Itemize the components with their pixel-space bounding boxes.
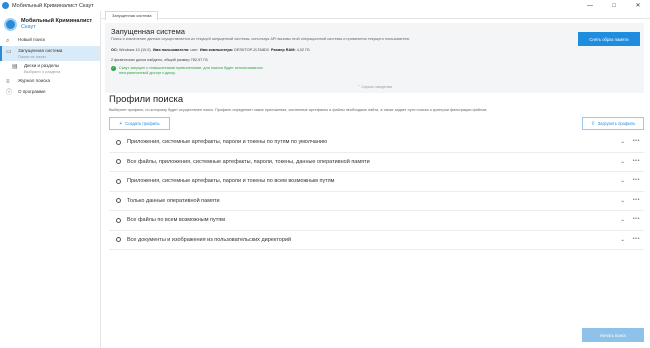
brand: Мобильный Криминалист Скаут — [0, 11, 100, 35]
sidebar-item-search-log[interactable]: ≡ Журнал поиска — [0, 76, 100, 87]
app-logo-icon — [2, 2, 9, 9]
list-icon: ≡ — [6, 79, 10, 85]
profile-radio[interactable] — [116, 139, 121, 145]
profile-radio[interactable] — [116, 217, 121, 223]
chevron-up-icon: ⌃ — [357, 85, 361, 89]
pc-label: Имя компьютера: — [199, 48, 234, 52]
computer-icon: ▭ — [6, 49, 12, 55]
sidebar-item-label: Новый поиск — [18, 37, 45, 42]
profile-radio[interactable] — [116, 159, 121, 165]
sidebar-item-label: Журнал поиска — [18, 78, 50, 83]
system-description: Поиск и извлечение данных осуществляется… — [111, 37, 411, 41]
sidebar: Мобильный Криминалист Скаут ⌕ Новый поис… — [0, 11, 101, 348]
system-title: Запущенная система — [111, 27, 185, 36]
chevron-down-icon[interactable]: ⌄ — [620, 178, 625, 184]
os-value: Windows 10 (10.0) — [119, 48, 151, 52]
brand-logo-icon — [4, 17, 17, 31]
sidebar-item-label: Запущенная система — [18, 48, 63, 53]
maximize-button[interactable]: □ — [602, 0, 626, 11]
sidebar-item-running-system[interactable]: ▭ Запущенная система Поиск не начат — [0, 46, 100, 61]
main-content: Запущенная система Поиск и извлечение да… — [101, 19, 650, 348]
os-label: ОС: — [111, 48, 118, 52]
sidebar-item-new-search[interactable]: ⌕ Новый поиск — [0, 35, 100, 46]
chevron-down-icon[interactable]: ⌄ — [620, 237, 625, 243]
upload-icon: ⇪ — [590, 120, 595, 127]
more-icon[interactable]: ••• — [633, 216, 640, 222]
ram-value: 4,02 ГБ — [296, 48, 310, 52]
title-bar: Мобильный Криминалист Скаут — □ ✕ — [0, 0, 650, 11]
chevron-down-icon[interactable]: ⌄ — [620, 217, 625, 223]
system-details: ОС: Windows 10 (10.0) Имя пользователя: … — [111, 48, 310, 52]
sidebar-item-sublabel: Поиск не начат — [18, 53, 47, 59]
close-button[interactable]: ✕ — [626, 0, 650, 11]
sidebar-item-disks[interactable]: ▤ Диски и разделы Выбрано 4 раздела — [0, 61, 100, 76]
search-icon: ⌕ — [6, 38, 10, 44]
user-label: Имя пользователя: — [152, 48, 190, 52]
profile-row[interactable]: Приложения, системные артефакты, пароли … — [109, 133, 644, 153]
profile-radio[interactable] — [116, 198, 121, 204]
more-icon[interactable]: ••• — [633, 158, 640, 164]
profile-radio[interactable] — [116, 178, 121, 184]
profiles-title: Профили поиска — [109, 94, 184, 105]
profile-label: Приложения, системные артефакты, пароли … — [127, 178, 335, 185]
more-icon[interactable]: ••• — [633, 236, 640, 242]
create-profile-button[interactable]: + Создать профиль — [109, 117, 170, 130]
info-icon: ⓘ — [6, 90, 13, 96]
profile-label: Все файлы по всем возможным путям — [127, 217, 226, 224]
brand-subtitle: Скаут — [21, 24, 36, 30]
profile-label: Все документы и изображения из пользоват… — [127, 236, 292, 243]
create-profile-label: Создать профиль — [125, 121, 160, 126]
tab-bar: Запущенная система — [101, 11, 650, 20]
profile-row[interactable]: Все документы и изображения из пользоват… — [109, 231, 644, 250]
profile-label: Приложения, системные артефакты, пароли … — [127, 139, 328, 146]
window-controls: — □ ✕ — [578, 0, 650, 11]
profiles-description: Выберите профиль, по которому будет осущ… — [109, 108, 488, 112]
profile-label: Только данные оперативной памяти — [127, 197, 220, 204]
plus-icon: + — [119, 120, 123, 127]
profile-row[interactable]: Все файлы по всем возможным путям ⌄ ••• — [109, 211, 644, 231]
window-title: Мобильный Криминалист Скаут — [12, 2, 94, 9]
check-icon: ✓ — [111, 66, 116, 71]
memory-dump-button[interactable]: Снять образ памяти — [578, 32, 640, 46]
profile-list: Приложения, системные артефакты, пароли … — [109, 133, 644, 250]
sidebar-item-sublabel: Выбрано 4 раздела — [24, 68, 61, 74]
sidebar-item-label: О программе — [18, 89, 46, 94]
ram-label: Размер RAM: — [271, 48, 296, 52]
chevron-down-icon[interactable]: ⌄ — [620, 198, 625, 204]
profile-label: Все файлы, приложения, системные артефак… — [127, 158, 370, 165]
sidebar-item-about[interactable]: ⓘ О программе — [0, 87, 100, 98]
chevron-down-icon[interactable]: ⌄ — [620, 139, 625, 145]
pc-value: DESKTOP-2LTA8D0 — [234, 48, 269, 52]
sidebar-item-label: Диски и разделы — [24, 63, 60, 68]
privilege-status-text: Скаут запущен с повышенными привилегиями… — [119, 66, 263, 75]
privilege-status: ✓ Скаут запущен с повышенными привилегия… — [111, 66, 269, 75]
more-icon[interactable]: ••• — [633, 138, 640, 144]
profile-row[interactable]: Все файлы, приложения, системные артефак… — [109, 153, 644, 172]
upload-profile-button[interactable]: ⇪ Загрузить профиль — [582, 117, 644, 130]
minimize-button[interactable]: — — [578, 0, 602, 11]
disk-summary: 2 физических диска найдено, общий размер… — [111, 58, 208, 62]
disk-icon: ▤ — [12, 64, 18, 70]
profile-row[interactable]: Приложения, системные артефакты, пароли … — [109, 172, 644, 192]
profile-radio[interactable] — [116, 237, 121, 243]
profile-row[interactable]: Только данные оперативной памяти ⌄ ••• — [109, 192, 644, 211]
system-info-card: Запущенная система Поиск и извлечение да… — [105, 23, 644, 93]
upload-profile-label: Загрузить профиль — [597, 121, 636, 126]
hide-details-link[interactable]: ⌃ Скрыть сведения — [105, 84, 644, 89]
hide-details-label: Скрыть сведения — [361, 85, 392, 89]
more-icon[interactable]: ••• — [633, 197, 640, 203]
chevron-down-icon[interactable]: ⌄ — [620, 159, 625, 165]
start-search-button[interactable]: Начать поиск — [582, 328, 644, 342]
more-icon[interactable]: ••• — [633, 177, 640, 183]
user-value: user — [190, 48, 198, 52]
